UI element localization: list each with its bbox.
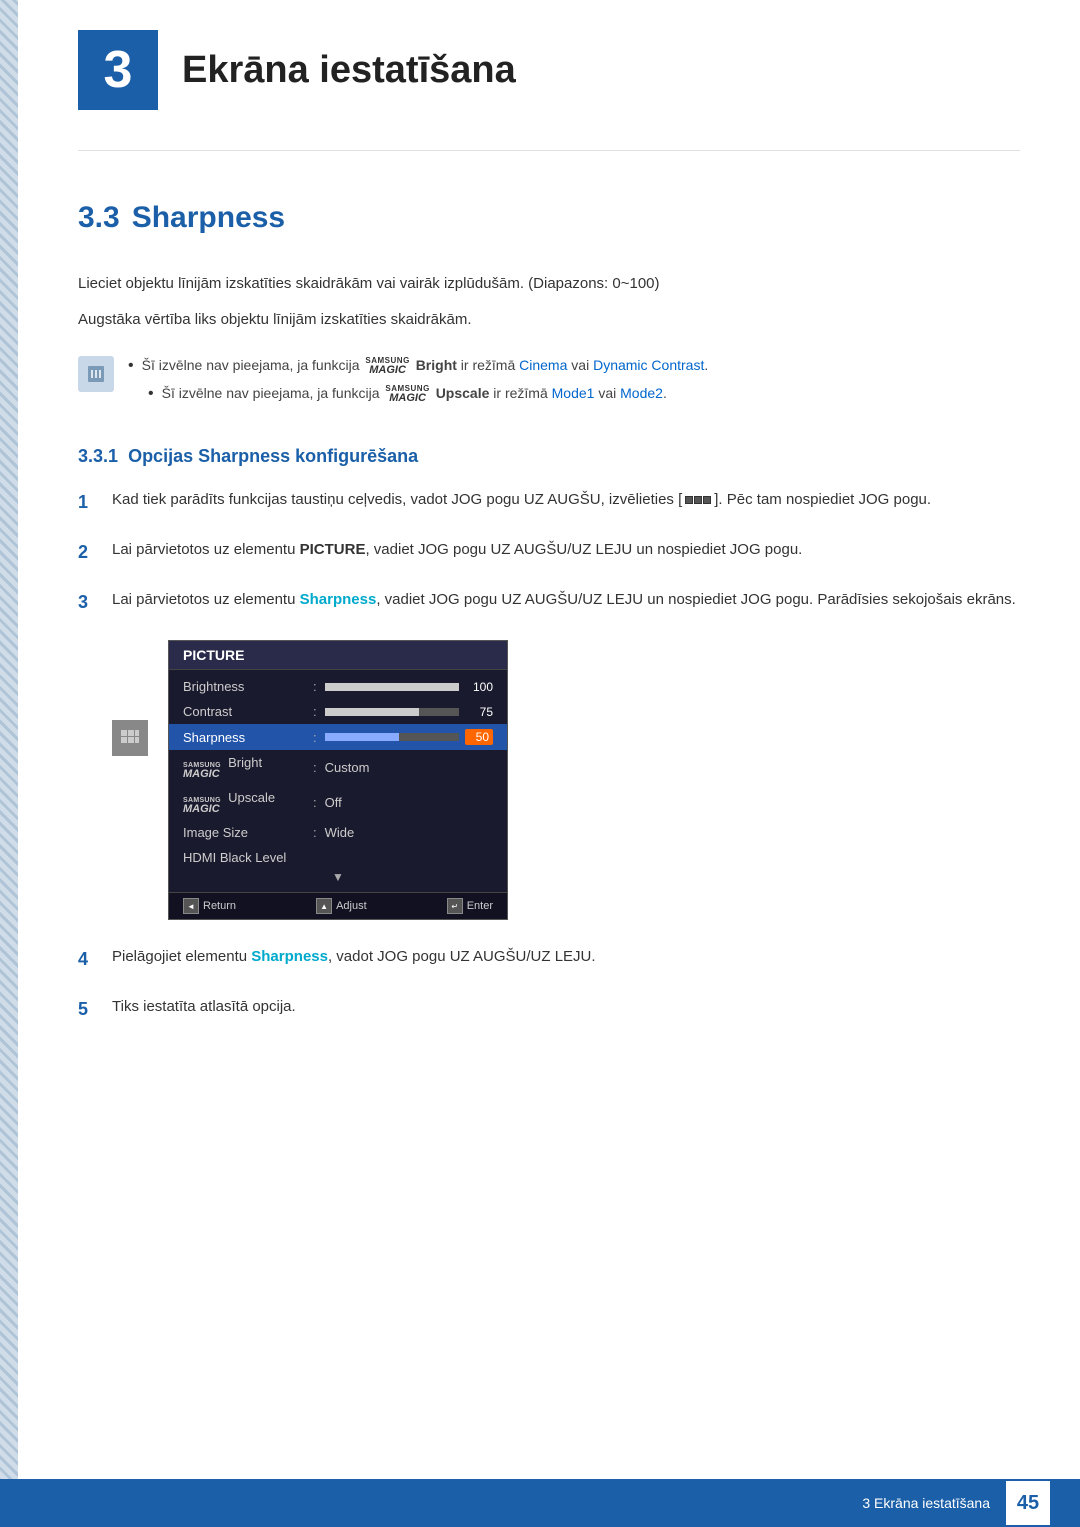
footer-return: ◄ Return — [183, 898, 236, 914]
picture-menu-row-magic-upscale: SAMSUNG MAGIC Upscale : Off — [169, 785, 507, 820]
steps-list-continued: 4 Pielāgojiet elementu Sharpness, vadot … — [78, 944, 1020, 1024]
note-icon — [78, 356, 114, 392]
description-1: Lieciet objektu līnijām izskatīties skai… — [78, 271, 1020, 297]
step-5-number: 5 — [78, 994, 98, 1024]
steps-list: 1 Kad tiek parādīts funkcijas taustiņu c… — [78, 487, 1020, 616]
picture-menu-body: Brightness : 100 Contrast : — [169, 670, 507, 892]
picture-menu-row-sharpness: Sharpness : 50 — [169, 724, 507, 750]
enter-icon: ↵ — [447, 898, 463, 914]
step-4-text: Pielāgojiet elementu Sharpness, vadot JO… — [112, 944, 1020, 970]
adjust-icon: ▲ — [316, 898, 332, 914]
picture-menu-row-image-size: Image Size : Wide — [169, 820, 507, 845]
step-3: 3 Lai pārvietotos uz elementu Sharpness,… — [78, 587, 1020, 617]
picture-menu-header: PICTURE — [169, 641, 507, 670]
menu-icon-left — [112, 720, 148, 756]
note-bullets: Šī izvēlne nav pieejama, ja funkcija SAM… — [128, 354, 708, 410]
step-4-number: 4 — [78, 944, 98, 974]
footer-enter: ↵ Enter — [447, 898, 493, 914]
footer-adjust: ▲ Adjust — [316, 898, 367, 914]
step-5: 5 Tiks iestatīta atlasītā opcija. — [78, 994, 1020, 1024]
step-3-text: Lai pārvietotos uz elementu Sharpness, v… — [112, 587, 1020, 613]
picture-menu-row-hdmi: HDMI Black Level — [169, 845, 507, 870]
note-bullet-1: Šī izvēlne nav pieejama, ja funkcija SAM… — [128, 354, 708, 378]
footer-page-number: 45 — [1006, 1481, 1050, 1525]
step-4: 4 Pielāgojiet elementu Sharpness, vadot … — [78, 944, 1020, 974]
note-1-text: Šī izvēlne nav pieejama, ja funkcija SAM… — [142, 354, 709, 378]
footer-chapter-text: 3 Ekrāna iestatīšana — [862, 1495, 990, 1511]
brand-badge-2: SAMSUNG MAGIC — [385, 385, 429, 404]
note-bullet-2: Šī izvēlne nav pieejama, ja funkcija SAM… — [148, 382, 708, 406]
step-1-text: Kad tiek parādīts funkcijas taustiņu ceļ… — [112, 487, 1020, 513]
page-footer: 3 Ekrāna iestatīšana 45 — [0, 1479, 1080, 1527]
brand-badge-1: SAMSUNG MAGIC — [365, 357, 409, 376]
picture-menu: PICTURE Brightness : 100 Contrast — [168, 640, 508, 920]
step-3-number: 3 — [78, 587, 98, 617]
picture-menu-footer: ◄ Return ▲ Adjust ↵ Enter — [169, 892, 507, 919]
picture-menu-row-brightness: Brightness : 100 — [169, 674, 507, 699]
picture-menu-row-contrast: Contrast : 75 — [169, 699, 507, 724]
chapter-title: Ekrāna iestatīšana — [182, 49, 516, 92]
step-1-number: 1 — [78, 487, 98, 517]
step-5-text: Tiks iestatīta atlasītā opcija. — [112, 994, 1020, 1020]
step-2: 2 Lai pārvietotos uz elementu PICTURE, v… — [78, 537, 1020, 567]
step-2-number: 2 — [78, 537, 98, 567]
menu-grid-icon — [685, 496, 711, 504]
chapter-header: 3 Ekrāna iestatīšana — [78, 0, 1020, 151]
step-1: 1 Kad tiek parādīts funkcijas taustiņu c… — [78, 487, 1020, 517]
step-2-text: Lai pārvietotos uz elementu PICTURE, vad… — [112, 537, 1020, 563]
note-2-text: Šī izvēlne nav pieejama, ja funkcija SAM… — [162, 382, 667, 406]
picture-menu-row-magic-bright: SAMSUNG MAGIC Bright : Custom — [169, 750, 507, 785]
description-2: Augstāka vērtība liks objektu līnijām iz… — [78, 307, 1020, 333]
subsection-heading: 3.3.1 Opcijas Sharpness konfigurēšana — [78, 446, 1020, 467]
note-box: Šī izvēlne nav pieejama, ja funkcija SAM… — [78, 354, 1020, 410]
sidebar-accent — [0, 0, 18, 1527]
section-heading: 3.3Sharpness — [78, 201, 1020, 243]
return-icon: ◄ — [183, 898, 199, 914]
chapter-number: 3 — [78, 30, 158, 110]
picture-menu-container: PICTURE Brightness : 100 Contrast — [112, 640, 1020, 920]
scroll-indicator: ▼ — [169, 870, 507, 888]
